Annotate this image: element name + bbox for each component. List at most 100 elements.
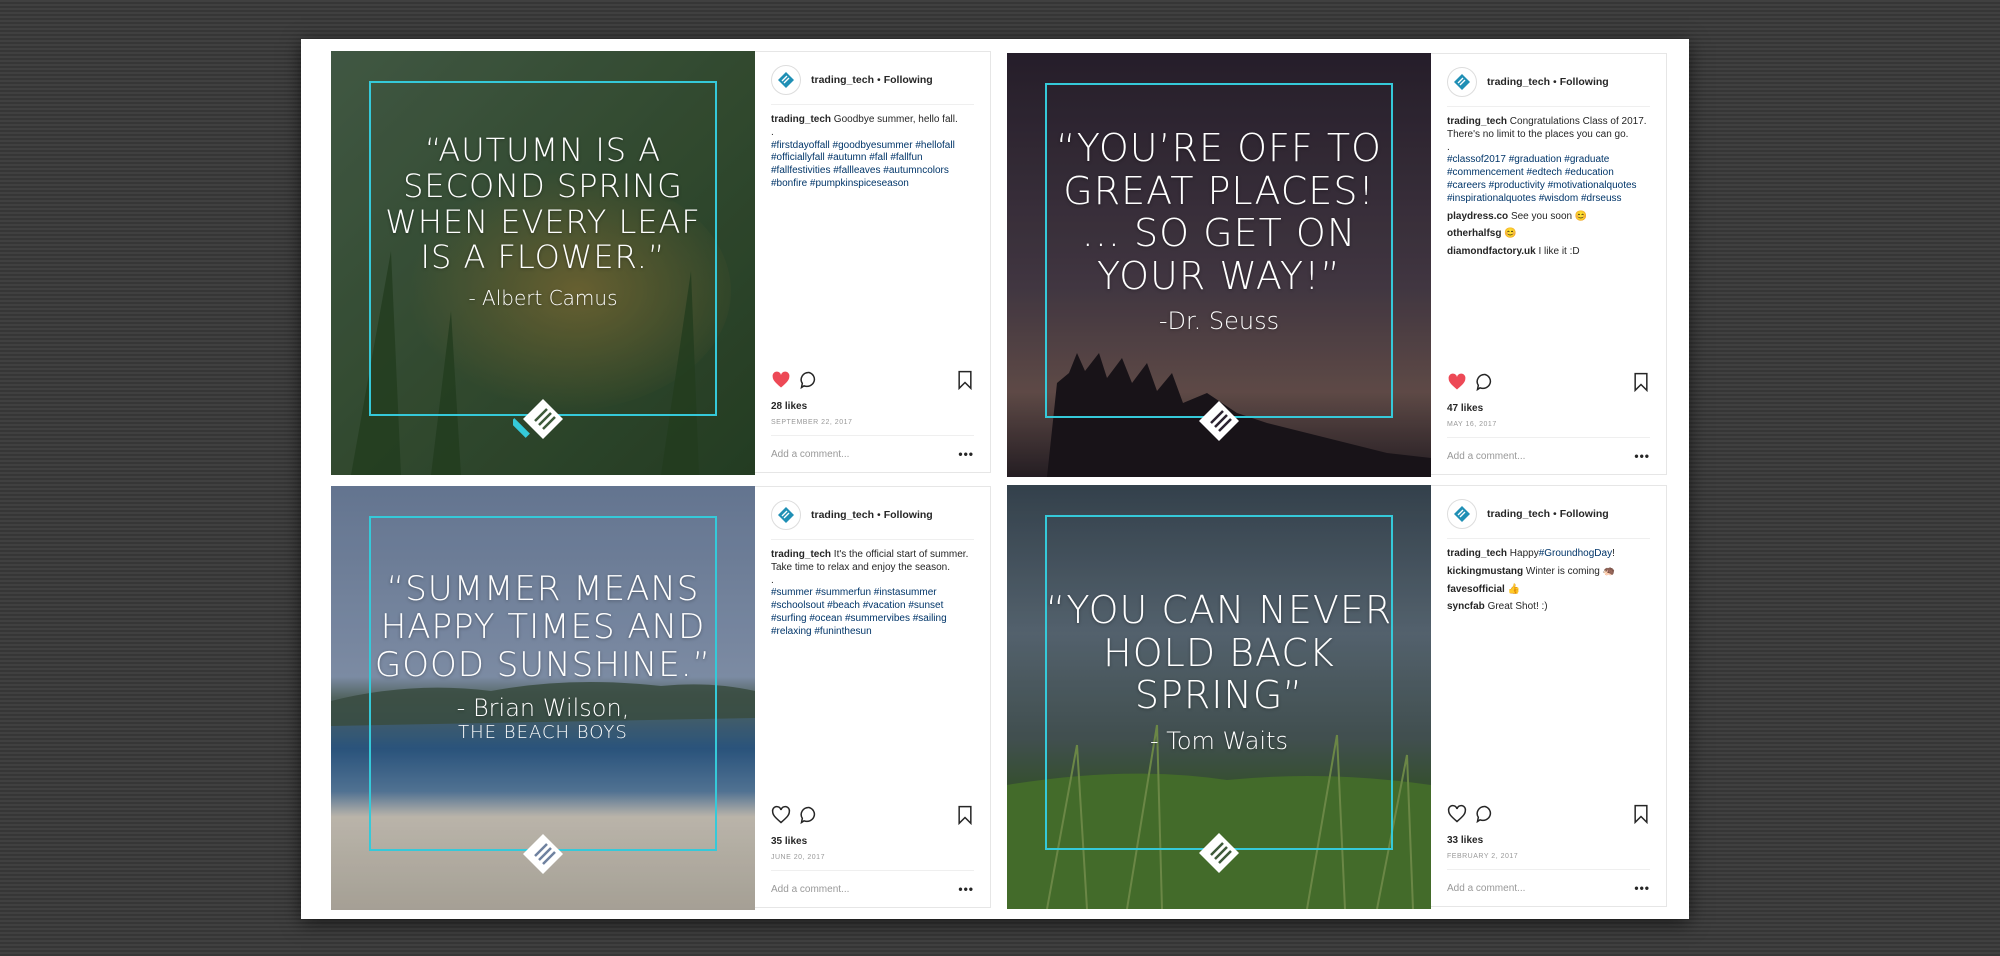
- more-options-icon[interactable]: •••: [1634, 881, 1650, 895]
- post-spring: “YOU CAN NEVER HOLD BACK SPRING” - Tom W…: [1007, 485, 1668, 909]
- bookmark-icon[interactable]: [956, 370, 974, 390]
- likes-count[interactable]: 28 likes: [771, 401, 807, 412]
- brand-avatar-icon: [1454, 74, 1470, 90]
- quote-author-sub: THE BEACH BOYS: [458, 722, 628, 744]
- comment-row: diamondfactory.uk I like it :D: [1447, 246, 1652, 259]
- post-image[interactable]: “YOU’RE OFF TO GREAT PLACES! ... SO GET …: [1007, 53, 1431, 477]
- collage-board: “AUTUMN IS A SECOND SPRING WHEN EVERY LE…: [301, 39, 1689, 919]
- hashtags[interactable]: #summer #summerfun #instasummer #schools…: [771, 587, 976, 638]
- brand-avatar-icon: [778, 507, 794, 523]
- heart-icon[interactable]: [771, 370, 791, 390]
- following-button[interactable]: Following: [884, 509, 933, 521]
- post-sidebar: trading_tech • Following trading_tech Go…: [755, 51, 991, 473]
- caption-username[interactable]: trading_tech: [771, 114, 831, 125]
- comment-icon[interactable]: [1475, 372, 1495, 392]
- caption-username[interactable]: trading_tech: [771, 549, 831, 560]
- brand-logo-icon: [1199, 401, 1239, 441]
- heart-icon[interactable]: [771, 805, 791, 825]
- post-image[interactable]: “AUTUMN IS A SECOND SPRING WHEN EVERY LE…: [331, 51, 755, 475]
- more-options-icon[interactable]: •••: [958, 882, 974, 896]
- username-link[interactable]: trading_tech: [1487, 76, 1550, 88]
- caption: trading_tech Congratulations Class of 20…: [1447, 116, 1652, 259]
- post-header: trading_tech • Following: [1447, 498, 1650, 539]
- username-link[interactable]: trading_tech: [1487, 508, 1550, 520]
- comment-username[interactable]: diamondfactory.uk: [1447, 246, 1536, 257]
- post-header: trading_tech • Following: [1447, 66, 1650, 107]
- separator: •: [877, 509, 881, 521]
- caption: trading_tech Goodbye summer, hello fall.…: [771, 114, 976, 191]
- caption-text: Happy: [1509, 548, 1539, 559]
- comment-text: I like it :D: [1538, 246, 1580, 258]
- post-sidebar: trading_tech • Following trading_tech It…: [755, 486, 991, 908]
- comment-text: See you soon 😊: [1510, 210, 1588, 222]
- likes-count[interactable]: 35 likes: [771, 836, 807, 847]
- brand-logo-icon: [1199, 833, 1239, 873]
- comment-text: 😊: [1504, 228, 1517, 240]
- post-autumn: “AUTUMN IS A SECOND SPRING WHEN EVERY LE…: [331, 51, 992, 475]
- heart-icon[interactable]: [1447, 804, 1467, 824]
- comment-icon[interactable]: [1475, 804, 1495, 824]
- action-bar: [1447, 372, 1650, 394]
- bookmark-icon[interactable]: [956, 805, 974, 825]
- action-bar: [771, 370, 974, 392]
- quote-block: “SUMMER MEANS HAPPY TIMES AND GOOD SUNSH…: [369, 570, 717, 743]
- comment-icon[interactable]: [799, 370, 819, 390]
- hashtags[interactable]: #firstdayoffall #goodbyesummer #hellofal…: [771, 140, 976, 191]
- more-options-icon[interactable]: •••: [1634, 449, 1650, 463]
- caption-username[interactable]: trading_tech: [1447, 548, 1507, 559]
- avatar[interactable]: [771, 500, 801, 530]
- caption: trading_tech Happy#GroundhogDay! kicking…: [1447, 548, 1652, 614]
- brand-avatar-icon: [778, 72, 794, 88]
- comment-row: syncfab Great Shot! :): [1447, 601, 1652, 614]
- caption-end: !: [1612, 548, 1615, 559]
- post-summer: “SUMMER MEANS HAPPY TIMES AND GOOD SUNSH…: [331, 486, 992, 910]
- bookmark-icon[interactable]: [1632, 804, 1650, 824]
- comment-text: 👍: [1507, 583, 1521, 595]
- add-comment-bar: Add a comment... •••: [1447, 869, 1650, 906]
- add-comment-input[interactable]: Add a comment...: [771, 449, 849, 460]
- post-image[interactable]: “YOU CAN NEVER HOLD BACK SPRING” - Tom W…: [1007, 485, 1431, 909]
- comment-icon[interactable]: [799, 805, 819, 825]
- post-date: FEBRUARY 2, 2017: [1447, 853, 1519, 860]
- post-date: JUNE 20, 2017: [771, 854, 825, 861]
- more-options-icon[interactable]: •••: [958, 447, 974, 461]
- avatar[interactable]: [1447, 67, 1477, 97]
- comment-username[interactable]: favesofficial: [1447, 584, 1505, 595]
- following-button[interactable]: Following: [884, 74, 933, 86]
- comment-username[interactable]: syncfab: [1447, 601, 1485, 612]
- likes-count[interactable]: 33 likes: [1447, 835, 1483, 846]
- likes-count[interactable]: 47 likes: [1447, 403, 1483, 414]
- avatar[interactable]: [1447, 499, 1477, 529]
- quote-text: “AUTUMN IS A SECOND SPRING WHEN EVERY LE…: [385, 131, 701, 277]
- quote-text: “SUMMER MEANS HAPPY TIMES AND GOOD SUNSH…: [374, 569, 712, 686]
- add-comment-input[interactable]: Add a comment...: [1447, 883, 1525, 894]
- heart-icon[interactable]: [1447, 372, 1467, 392]
- caption-dot: .: [1447, 141, 1450, 153]
- add-comment-input[interactable]: Add a comment...: [771, 884, 849, 895]
- post-image[interactable]: “SUMMER MEANS HAPPY TIMES AND GOOD SUNSH…: [331, 486, 755, 910]
- comment-row: kickingmustang Winter is coming 🦔: [1447, 566, 1652, 579]
- post-sidebar: trading_tech • Following trading_tech Co…: [1431, 53, 1667, 475]
- comment-username[interactable]: otherhalfsg: [1447, 228, 1501, 239]
- comment-text: Great Shot! :): [1487, 601, 1548, 613]
- add-comment-input[interactable]: Add a comment...: [1447, 451, 1525, 462]
- post-graduation: “YOU’RE OFF TO GREAT PLACES! ... SO GET …: [1007, 53, 1668, 477]
- comment-username[interactable]: kickingmustang: [1447, 566, 1523, 577]
- following-button[interactable]: Following: [1560, 508, 1609, 520]
- avatar[interactable]: [771, 65, 801, 95]
- add-comment-bar: Add a comment... •••: [1447, 437, 1650, 474]
- username-link[interactable]: trading_tech: [811, 74, 874, 86]
- bookmark-icon[interactable]: [1632, 372, 1650, 392]
- username-link[interactable]: trading_tech: [811, 509, 874, 521]
- post-sidebar: trading_tech • Following trading_tech Ha…: [1431, 485, 1667, 907]
- comment-row: favesofficial 👍: [1447, 584, 1652, 597]
- caption: trading_tech It's the official start of …: [771, 549, 976, 639]
- comment-row: otherhalfsg 😊: [1447, 228, 1652, 241]
- hashtags[interactable]: #classof2017 #graduation #graduate #comm…: [1447, 154, 1652, 205]
- caption-username[interactable]: trading_tech: [1447, 116, 1507, 127]
- quote-text: “YOU CAN NEVER HOLD BACK SPRING”: [1045, 588, 1393, 718]
- following-button[interactable]: Following: [1560, 76, 1609, 88]
- quote-block: “YOU CAN NEVER HOLD BACK SPRING” - Tom W…: [1045, 589, 1393, 755]
- comment-username[interactable]: playdress.co: [1447, 211, 1508, 222]
- caption-hashtag-link[interactable]: #GroundhogDay: [1539, 548, 1612, 559]
